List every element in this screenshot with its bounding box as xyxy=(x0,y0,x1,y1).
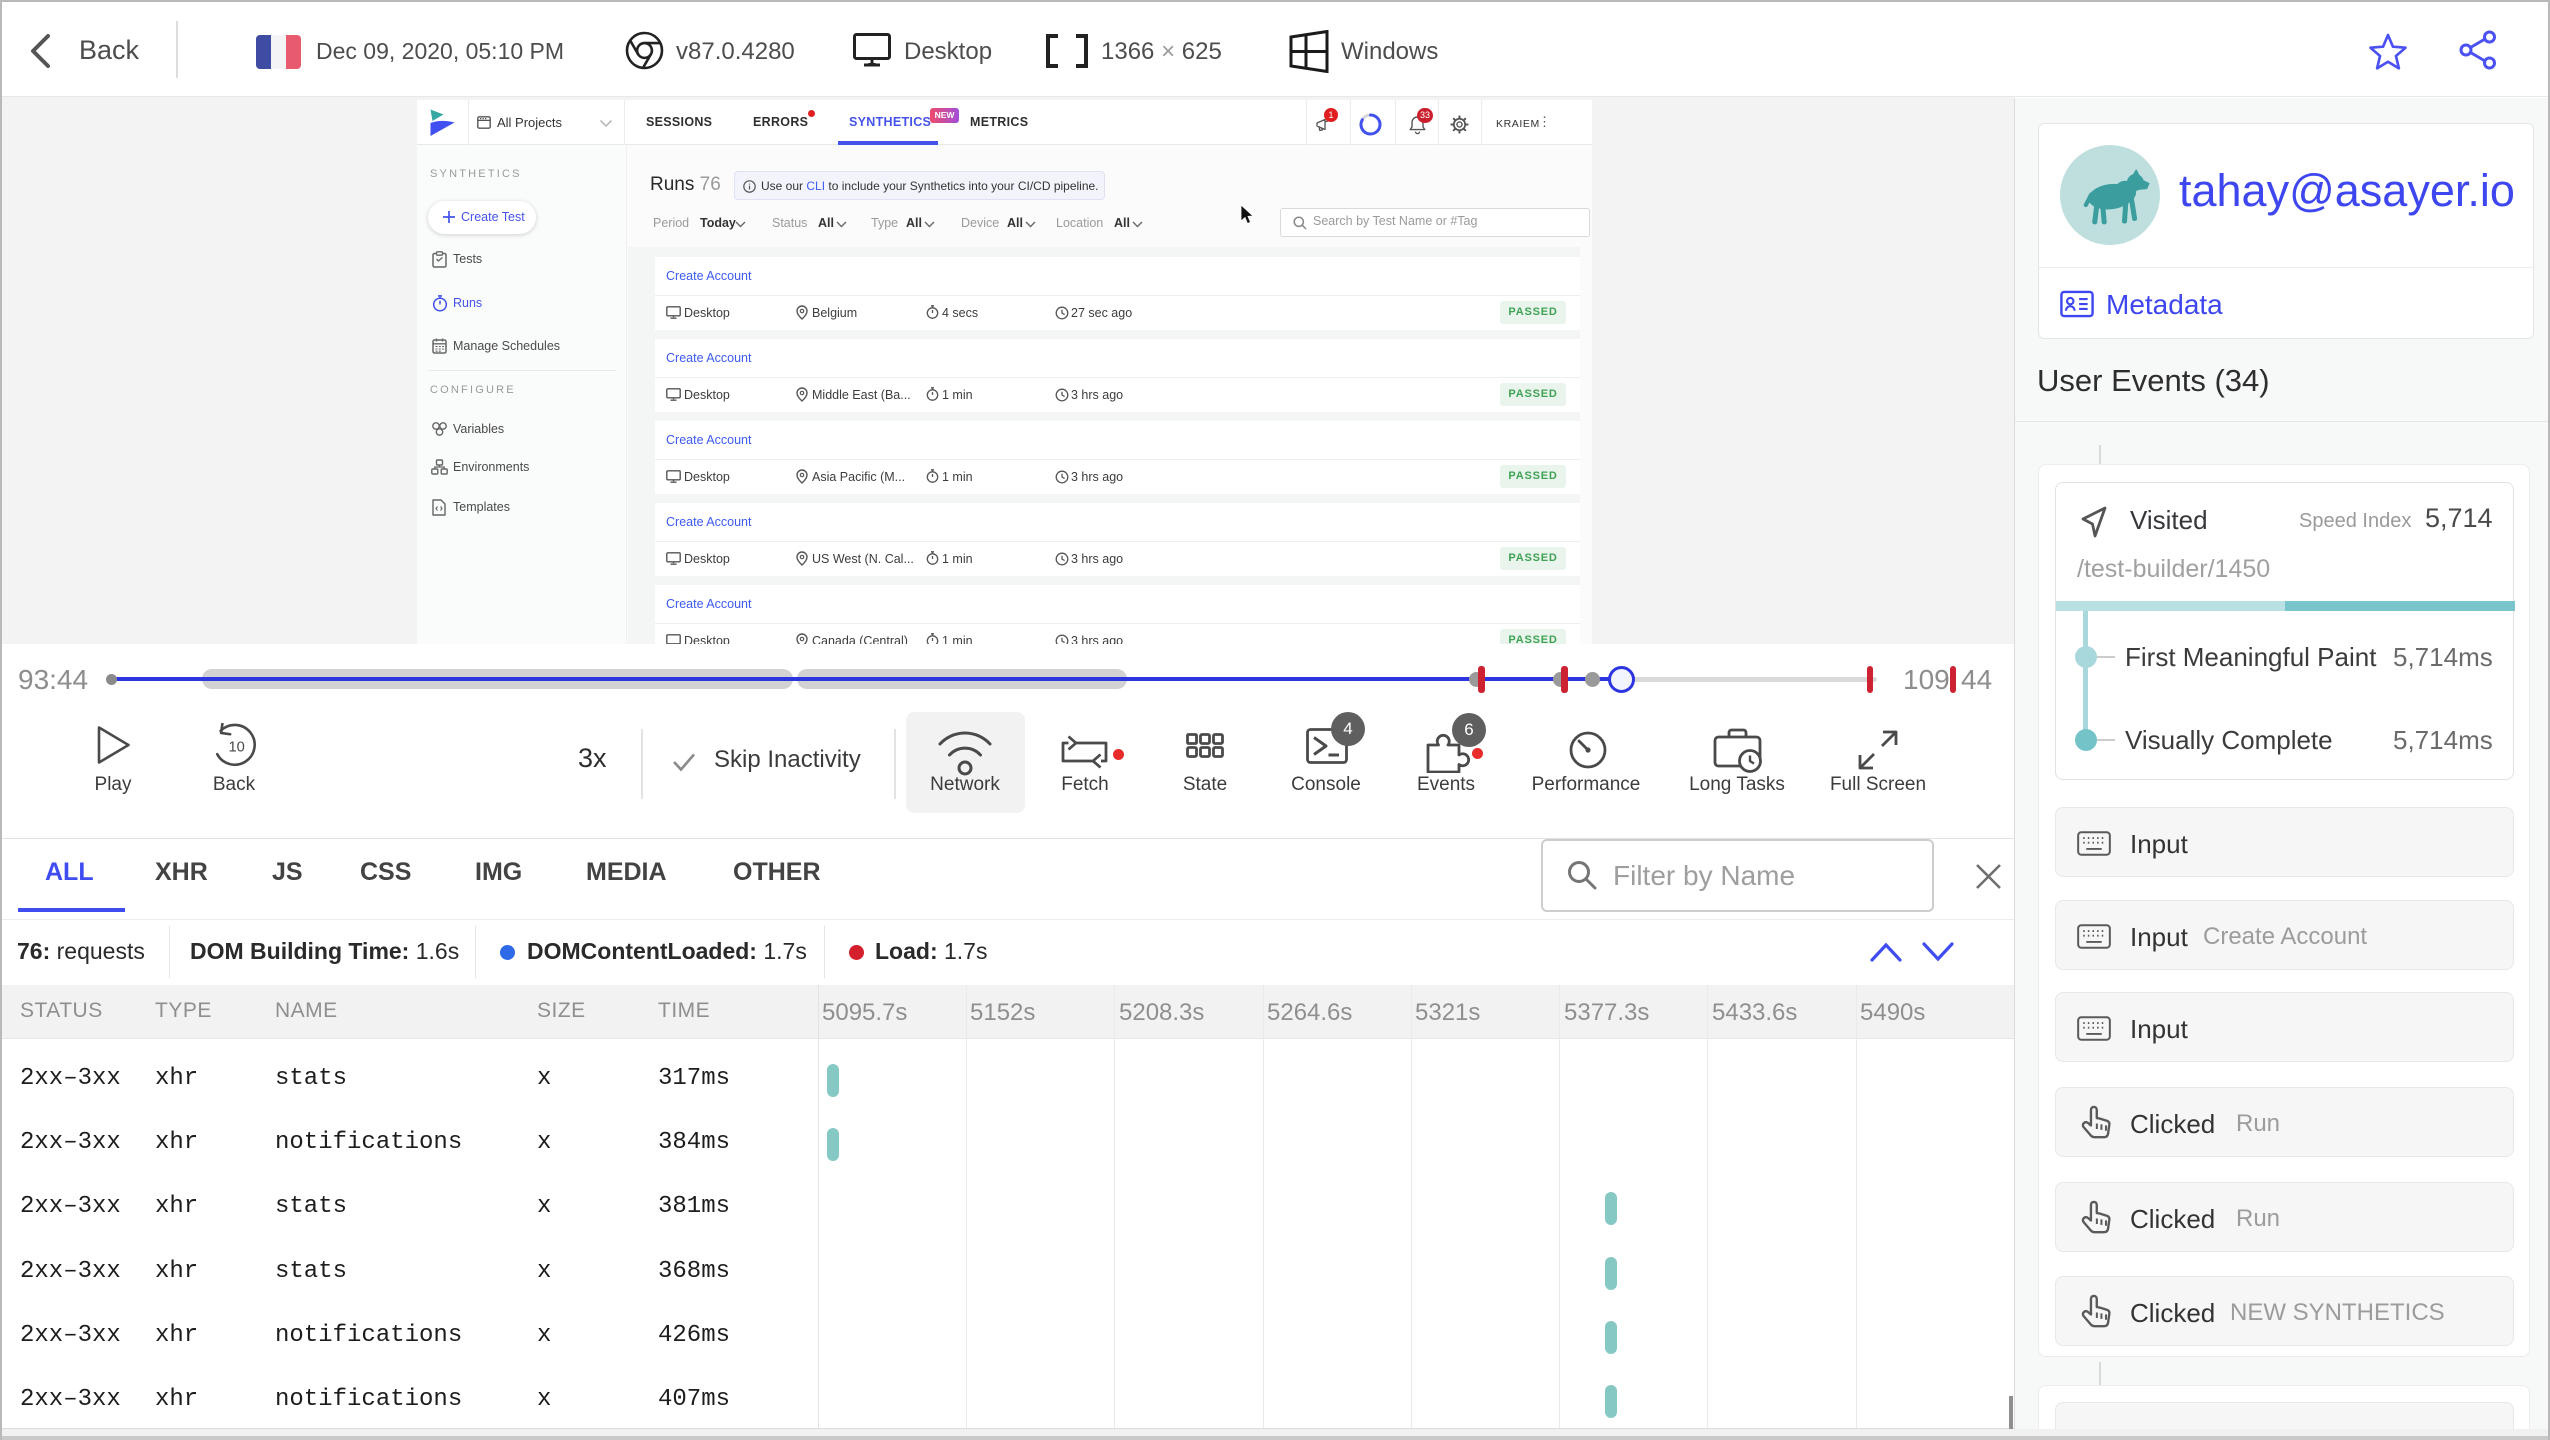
svg-text:10: 10 xyxy=(228,740,244,756)
